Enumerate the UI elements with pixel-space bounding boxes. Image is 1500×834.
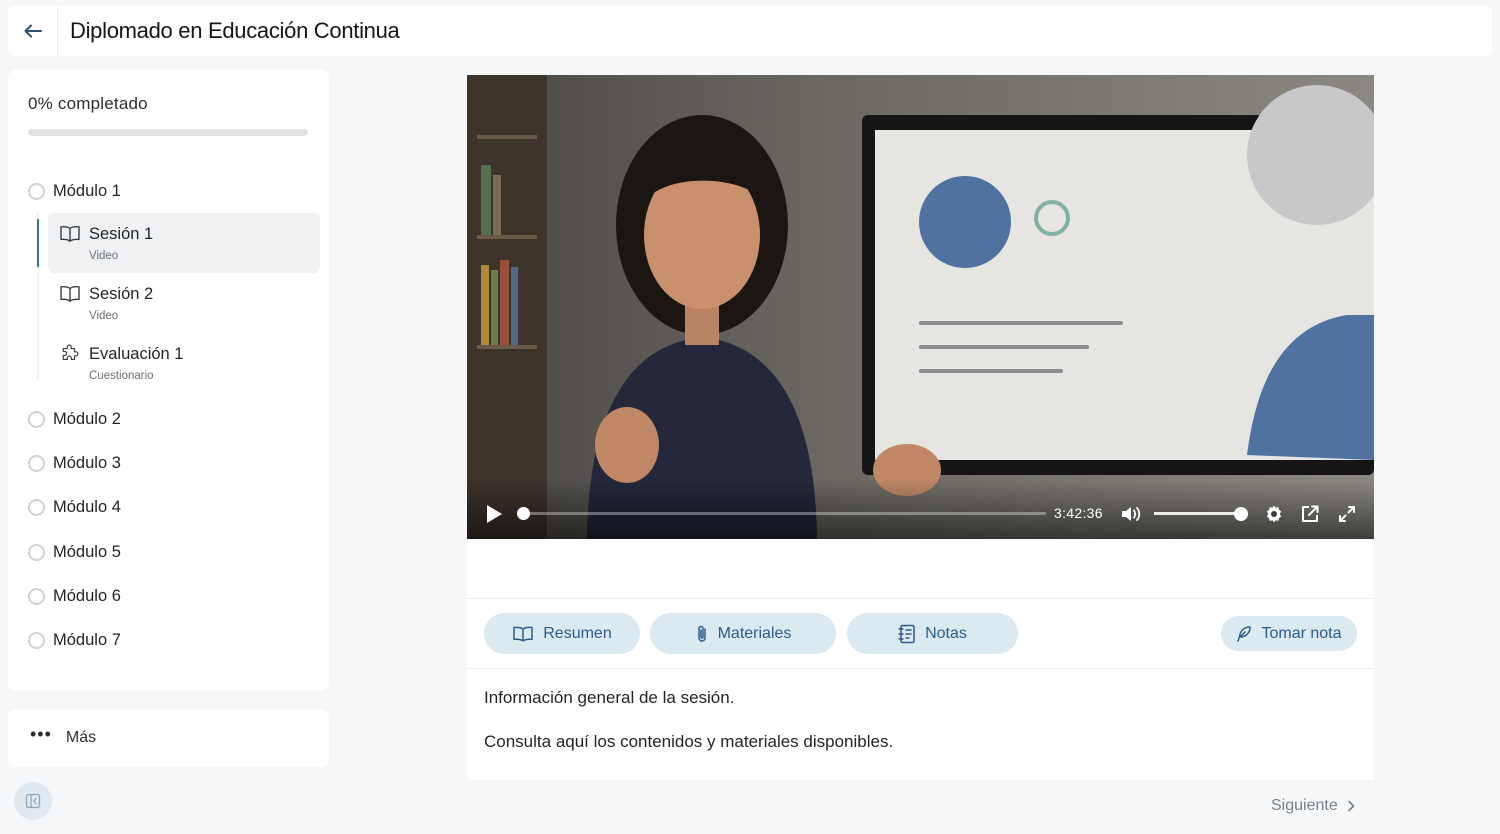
module-status-radio xyxy=(28,587,45,605)
book-icon xyxy=(60,286,80,302)
session-content-panel: Resumen Materiales Notas Tomar nota Info… xyxy=(467,539,1374,780)
progress-bar xyxy=(28,129,308,136)
tab-notas[interactable]: Notas xyxy=(847,613,1018,654)
content-line-1: Información general de la sesión. xyxy=(484,688,735,707)
content-line-2: Consulta aquí los contenidos y materiale… xyxy=(484,732,894,751)
notebook-icon xyxy=(898,624,915,643)
session-type: Video xyxy=(89,250,119,262)
divider xyxy=(467,598,1374,599)
tab-resumen[interactable]: Resumen xyxy=(484,613,640,654)
module-label: Módulo 7 xyxy=(53,630,121,649)
page-title: Diplomado en Educación Continua xyxy=(70,18,400,43)
take-note-button[interactable]: Tomar nota xyxy=(1221,616,1357,651)
module-status-radio xyxy=(28,631,45,649)
arrow-left-icon xyxy=(24,24,42,38)
tab-label: Resumen xyxy=(543,624,612,642)
module-item-3[interactable]: Módulo 3 xyxy=(28,450,121,476)
session-title: Sesión 2 xyxy=(89,285,154,303)
seek-bar[interactable] xyxy=(524,512,1046,515)
next-label: Siguiente xyxy=(1271,797,1338,814)
module-label: Módulo 5 xyxy=(53,542,121,561)
session-item-1[interactable]: Sesión 1 Video xyxy=(48,213,320,273)
divider xyxy=(467,668,1374,669)
chevron-right-icon xyxy=(1347,800,1355,812)
volume-icon[interactable] xyxy=(1120,504,1142,524)
session-type: Video xyxy=(89,310,119,322)
gear-icon[interactable] xyxy=(1264,504,1284,524)
module-status-radio xyxy=(28,182,45,200)
take-note-label: Tomar nota xyxy=(1261,624,1342,642)
progress-label: 0% completado xyxy=(28,94,148,113)
more-button[interactable]: ••• Más xyxy=(8,709,329,767)
module-item-5[interactable]: Módulo 5 xyxy=(28,539,121,565)
session-item-evaluation-1[interactable]: Evaluación 1 Cuestionario xyxy=(48,333,320,393)
tab-label: Notas xyxy=(925,624,967,642)
module-item-1[interactable]: Módulo 1 xyxy=(28,178,121,204)
session-title: Sesión 1 xyxy=(89,225,154,243)
active-session-indicator xyxy=(37,219,39,267)
puzzle-icon xyxy=(62,344,79,361)
time-display: 3:42:36 xyxy=(1054,505,1103,521)
module-label: Módulo 3 xyxy=(53,453,121,472)
module-label: Módulo 2 xyxy=(53,409,121,428)
session-title: Evaluación 1 xyxy=(89,345,184,363)
tab-materiales[interactable]: Materiales xyxy=(650,613,836,654)
video-frame xyxy=(467,75,1374,539)
module-label: Módulo 4 xyxy=(53,497,121,516)
module-item-2[interactable]: Módulo 2 xyxy=(28,406,121,432)
seek-handle[interactable] xyxy=(517,507,530,520)
module-item-7[interactable]: Módulo 7 xyxy=(28,627,121,653)
back-button[interactable] xyxy=(8,6,58,56)
module-item-6[interactable]: Módulo 6 xyxy=(28,583,121,609)
module-status-radio xyxy=(28,454,45,472)
next-button[interactable]: Siguiente xyxy=(1271,795,1355,817)
collapse-sidebar-button[interactable] xyxy=(14,782,52,820)
video-controls-bar: 3:42:36 xyxy=(467,479,1374,539)
tab-label: Materiales xyxy=(717,624,792,642)
module-label: Módulo 1 xyxy=(53,181,121,200)
volume-slider-fill xyxy=(1154,512,1235,515)
paperclip-icon xyxy=(697,625,706,642)
feather-pen-icon xyxy=(1237,625,1252,642)
module-status-radio xyxy=(28,410,45,428)
fullscreen-icon[interactable] xyxy=(1337,504,1357,524)
module-item-4[interactable]: Módulo 4 xyxy=(28,494,121,520)
volume-handle[interactable] xyxy=(1234,507,1248,521)
sidebar-collapse-icon xyxy=(25,793,41,809)
open-external-icon[interactable] xyxy=(1300,504,1320,524)
session-item-2[interactable]: Sesión 2 Video xyxy=(48,273,320,333)
module-status-radio xyxy=(28,498,45,516)
more-dots-icon: ••• xyxy=(30,724,52,744)
book-icon xyxy=(513,626,533,642)
session-type: Cuestionario xyxy=(89,370,154,382)
module-status-radio xyxy=(28,543,45,561)
volume-slider[interactable] xyxy=(1154,512,1242,515)
book-icon xyxy=(60,226,80,242)
video-player[interactable]: 3:42:36 xyxy=(467,75,1374,539)
module-label: Módulo 6 xyxy=(53,586,121,605)
more-label: Más xyxy=(65,729,97,746)
top-bar: Diplomado en Educación Continua xyxy=(8,6,1492,56)
course-sidebar: 0% completado Módulo 1 Sesión 1 Video Se… xyxy=(8,70,329,691)
play-icon[interactable] xyxy=(484,503,504,525)
